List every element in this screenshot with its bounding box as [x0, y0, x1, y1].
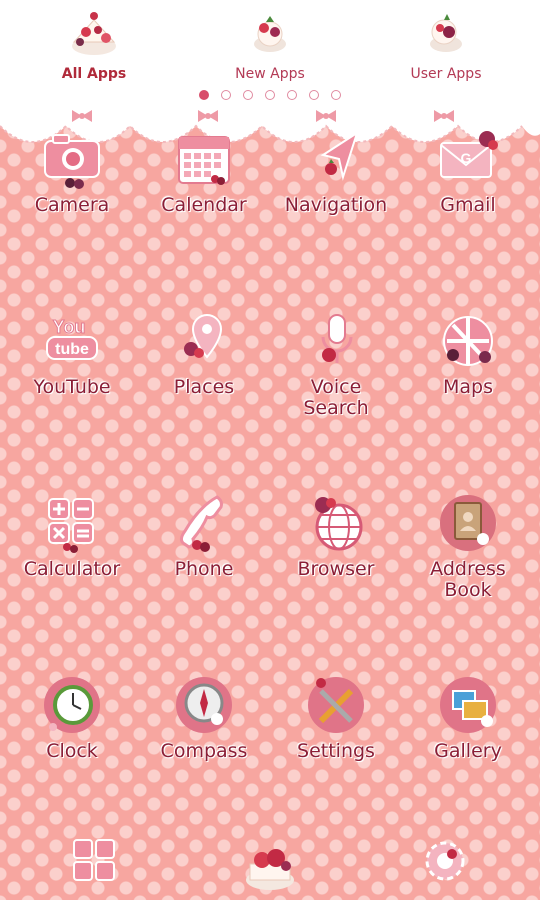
app-label: Settings [297, 740, 375, 762]
microphone-icon [301, 307, 371, 377]
app-address-book[interactable]: Address Book [402, 489, 534, 649]
page-dot[interactable] [199, 90, 209, 100]
app-label: Gmail [440, 194, 496, 216]
home-button[interactable] [240, 836, 300, 900]
youtube-logo-bottom: tube [55, 341, 89, 358]
maps-icon [433, 307, 503, 377]
app-label: Camera [34, 194, 110, 216]
tab-new-apps[interactable]: New Apps [200, 8, 340, 88]
app-drawer-button[interactable] [70, 836, 120, 890]
app-gallery[interactable]: Gallery [402, 671, 534, 831]
app-maps[interactable]: Maps [402, 307, 534, 467]
cake-home-icon [246, 849, 294, 890]
phone-icon [169, 489, 239, 559]
gallery-icon [433, 671, 503, 741]
app-label: Places [173, 376, 235, 398]
app-label: Maps [443, 376, 493, 398]
page-dot[interactable] [331, 90, 341, 100]
youtube-logo-top: You [53, 317, 86, 337]
app-voice-search[interactable]: Voice Search [270, 307, 402, 467]
page-indicator [0, 88, 540, 102]
youtube-icon: You tube [37, 307, 107, 377]
app-label: Browser [297, 558, 375, 580]
app-calculator[interactable]: Calculator [6, 489, 138, 649]
berry-cake-icon [416, 8, 476, 56]
calculator-icon [37, 489, 107, 559]
page-dot[interactable] [309, 90, 319, 100]
app-label: Phone [174, 558, 234, 580]
globe-icon [301, 489, 371, 559]
app-label: Clock [46, 740, 98, 762]
page-dot[interactable] [265, 90, 275, 100]
page-dot[interactable] [287, 90, 297, 100]
places-icon [169, 307, 239, 377]
calendar-icon [169, 125, 239, 195]
address-book-icon [433, 489, 503, 559]
dock [0, 830, 540, 900]
gmail-letter: G [461, 150, 472, 166]
tab-user-apps[interactable]: User Apps [376, 8, 516, 88]
app-phone[interactable]: Phone [138, 489, 270, 649]
cake-icon [64, 8, 124, 56]
app-settings[interactable]: Settings [270, 671, 402, 831]
cupcake-icon [240, 8, 300, 56]
app-label: Navigation [284, 194, 388, 216]
settings-gear-icon [425, 841, 465, 881]
page-dot[interactable] [221, 90, 231, 100]
app-calendar[interactable]: Calendar [138, 125, 270, 285]
app-browser[interactable]: Browser [270, 489, 402, 649]
app-camera[interactable]: Camera [6, 125, 138, 285]
app-gmail[interactable]: G Gmail [402, 125, 534, 285]
navigation-icon [301, 125, 371, 195]
app-navigation[interactable]: Navigation [270, 125, 402, 285]
app-drawer-icon [73, 839, 115, 881]
app-compass[interactable]: Compass [138, 671, 270, 831]
launcher-tab-bar: All Apps New Apps User Apps [0, 0, 540, 100]
app-label: Calendar [161, 194, 247, 216]
tab-label: New Apps [235, 66, 305, 82]
app-youtube[interactable]: You tube YouTube [6, 307, 138, 467]
app-label: Gallery [434, 740, 502, 762]
gmail-icon: G [433, 125, 503, 195]
clock-icon [37, 671, 107, 741]
settings-tools-icon [301, 671, 371, 741]
tab-all-apps[interactable]: All Apps [24, 8, 164, 88]
app-clock[interactable]: Clock [6, 671, 138, 831]
app-label: Address Book [430, 558, 506, 601]
camera-icon [37, 125, 107, 195]
tab-label: All Apps [61, 66, 127, 82]
app-label: YouTube [33, 376, 111, 398]
compass-icon [169, 671, 239, 741]
page-dot[interactable] [243, 90, 253, 100]
app-label: Compass [160, 740, 248, 762]
app-places[interactable]: Places [138, 307, 270, 467]
settings-button[interactable] [420, 836, 470, 890]
app-label: Voice Search [303, 376, 369, 419]
app-label: Calculator [23, 558, 121, 580]
tab-label: User Apps [410, 66, 482, 82]
